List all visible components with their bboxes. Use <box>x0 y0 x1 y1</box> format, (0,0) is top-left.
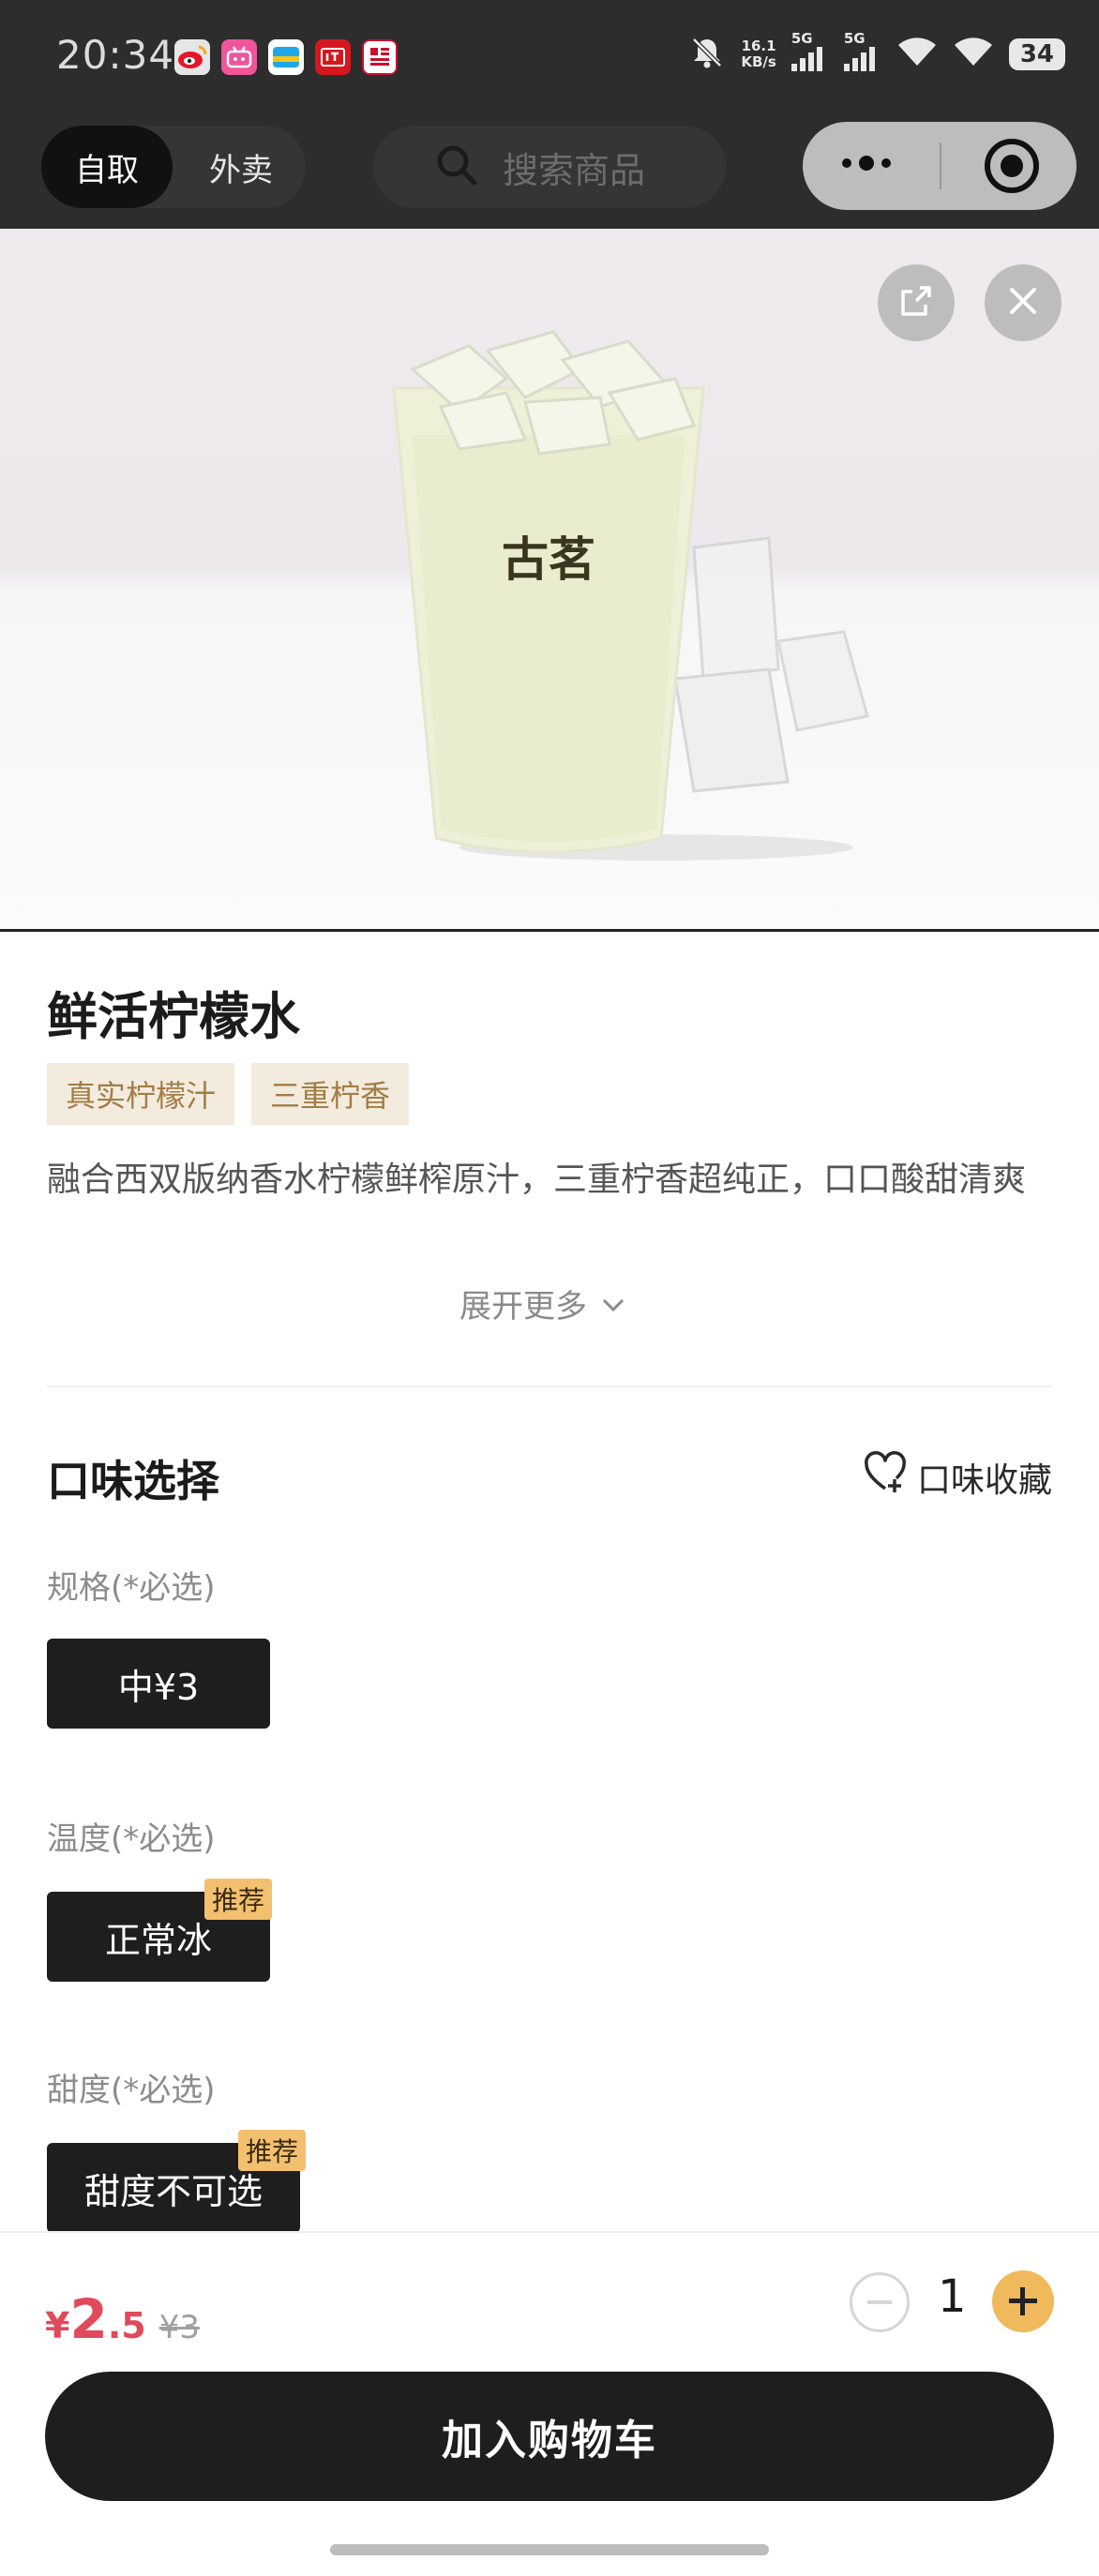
status-indicators: 16.1 KB/s 5G 5G 34 <box>688 30 1065 75</box>
product-image: 古茗 <box>0 229 1099 932</box>
increase-quantity-button[interactable] <box>992 2270 1054 2332</box>
notification-icons <box>174 39 398 75</box>
heart-plus-icon <box>863 1451 908 1503</box>
close-miniprogram-icon[interactable] <box>985 139 1039 193</box>
wifi-icon-2 <box>953 36 994 73</box>
more-menu-icon[interactable] <box>842 156 891 171</box>
mode-pickup-tab[interactable]: 自取 <box>41 126 173 208</box>
quantity-value: 1 <box>938 2270 967 2323</box>
card-app-icon <box>268 39 304 75</box>
search-bar[interactable]: 搜索商品 <box>373 126 726 208</box>
miniprogram-capsule <box>803 122 1076 210</box>
add-to-cart-button[interactable]: 加入购物车 <box>45 2372 1054 2501</box>
battery-indicator: 34 <box>1008 38 1065 70</box>
cup-brand-text: 古茗 <box>502 532 595 587</box>
favorite-flavor-button[interactable]: 口味收藏 <box>863 1451 1052 1503</box>
status-time: 20:34 <box>56 32 175 78</box>
temperature-label: 温度(*必选) <box>47 1820 216 1858</box>
share-button[interactable] <box>878 264 955 341</box>
close-icon <box>1006 284 1040 322</box>
current-price: ¥ 2 .5 ¥3 <box>45 2287 200 2351</box>
sweetness-label: 甜度(*必选) <box>47 2072 216 2109</box>
top-bar: 20:34 16.1 KB/s 5G 5G 34 自取 外卖 搜索商品 <box>0 0 1099 229</box>
options-section-title: 口味选择 <box>47 1456 219 1506</box>
close-button[interactable] <box>985 264 1061 341</box>
price-integer: 2 <box>69 2287 108 2351</box>
purchase-bar: ¥ 2 .5 ¥3 1 加入购物车 <box>0 2231 1099 2576</box>
original-price: ¥3 <box>158 2309 200 2346</box>
currency-symbol: ¥ <box>45 2305 70 2346</box>
product-tag: 真实柠檬汁 <box>47 1063 235 1125</box>
product-title: 鲜活柠檬水 <box>47 987 300 1046</box>
wifi-icon <box>896 36 938 73</box>
product-description: 融合西双版纳香水柠檬鲜榨原汁，三重柠香超纯正，口口酸甜清爽 <box>47 1161 1027 1199</box>
bilibili-icon <box>221 39 257 75</box>
order-mode-switch[interactable]: 自取 外卖 <box>41 126 306 208</box>
decrease-quantity-button[interactable] <box>850 2272 910 2332</box>
product-tags: 真实柠檬汁 三重柠香 <box>47 1063 410 1125</box>
signal-icon-1: 5G <box>790 30 829 73</box>
price-decimal: .5 <box>107 2305 146 2346</box>
ithome-icon <box>315 39 351 75</box>
home-indicator[interactable] <box>330 2544 769 2555</box>
size-label: 规格(*必选) <box>47 1569 216 1607</box>
expand-more-label: 展开更多 <box>459 1288 587 1325</box>
expand-more-button[interactable]: 展开更多 <box>459 1281 626 1326</box>
capsule-divider <box>940 142 941 189</box>
news-app-icon <box>362 39 398 75</box>
status-bar: 20:34 16.1 KB/s 5G 5G 34 <box>0 0 1099 112</box>
mode-delivery-tab[interactable]: 外卖 <box>180 126 302 208</box>
product-tag: 三重柠香 <box>251 1063 410 1125</box>
favorite-flavor-label: 口味收藏 <box>916 1460 1052 1500</box>
recommend-badge: 推荐 <box>238 2130 307 2171</box>
size-option-medium[interactable]: 中¥3 <box>47 1639 270 1729</box>
net-speed: 16.1 KB/s <box>741 37 776 70</box>
weibo-icon <box>174 39 210 75</box>
search-placeholder: 搜索商品 <box>503 149 646 191</box>
mute-bell-icon <box>688 34 726 75</box>
signal-icon-2: 5G <box>843 30 881 73</box>
share-icon <box>897 282 935 323</box>
chevron-down-icon <box>600 1285 626 1323</box>
search-icon <box>435 143 478 190</box>
divider <box>47 1385 1052 1387</box>
recommend-badge: 推荐 <box>204 1879 273 1920</box>
